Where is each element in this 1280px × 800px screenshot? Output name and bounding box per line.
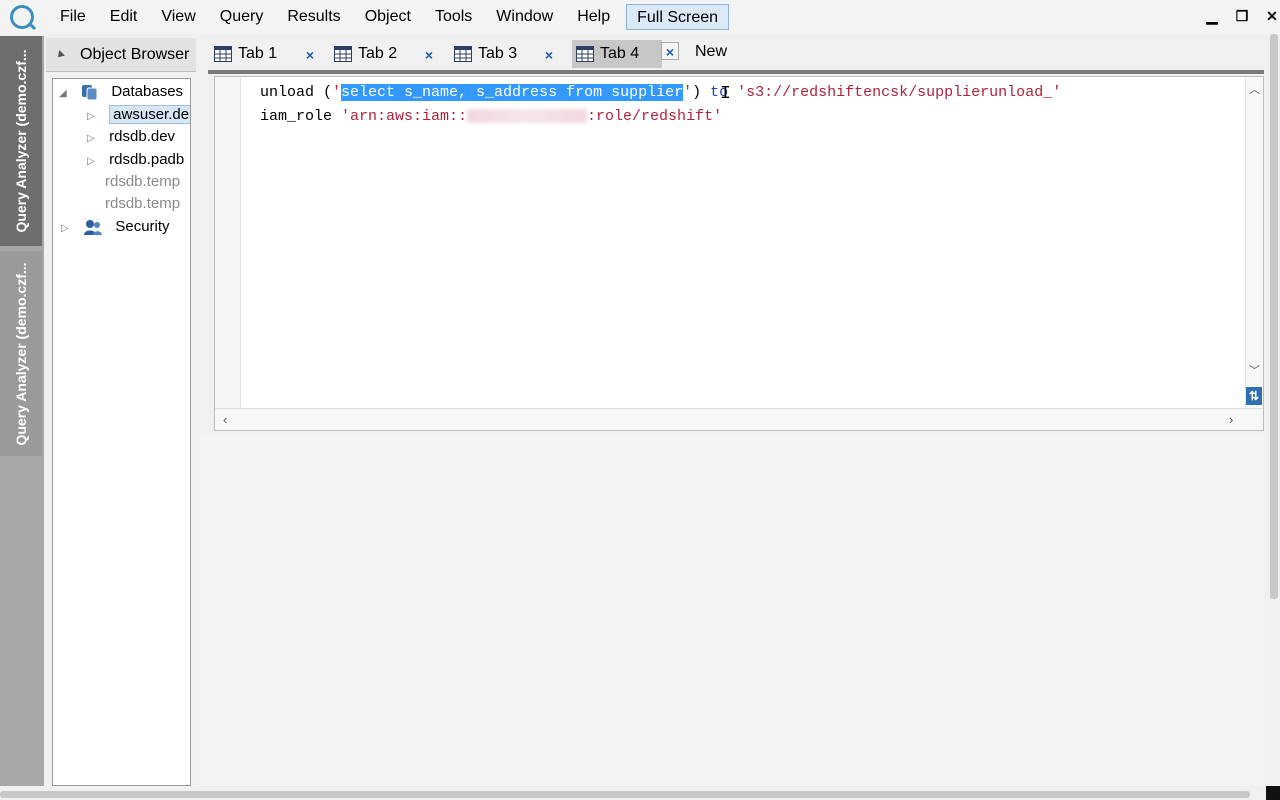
string-arn-suffix: :role/redshift' [587, 108, 723, 125]
expanded-triangle-icon[interactable]: ◢ [59, 83, 69, 105]
tab-label: Tab 2 [358, 45, 398, 62]
tab-4[interactable]: Tab 4 [572, 40, 662, 68]
collapsed-triangle-icon[interactable]: ▷ [87, 106, 97, 128]
split-editor-icon[interactable]: ⇅ [1246, 387, 1262, 405]
side-tab-label: Query Analyzer (demo.czf... [13, 261, 29, 446]
tree-label-security: Security [115, 218, 170, 235]
tab-label: Tab 4 [600, 45, 640, 62]
tab-2[interactable]: Tab 2 [334, 40, 397, 68]
tab-label: Tab 1 [238, 45, 278, 62]
menu-query[interactable]: Query [208, 4, 276, 30]
code-line-2: iam_role 'arn:aws:iam:::role/redshift' [260, 108, 722, 125]
table-grid-icon [576, 46, 594, 62]
scrollbar-thumb[interactable] [0, 791, 1250, 798]
side-tab-query-analyzer-2[interactable]: Query Analyzer (demo.czf... [0, 251, 42, 456]
tree-node-rdsdb-dev[interactable]: ▷ rdsdb.dev [87, 126, 175, 148]
window-controls: ▁ ❐ ✕ [1204, 8, 1280, 25]
tree-label: rdsdb.temp [105, 173, 181, 190]
results-pane [200, 433, 1264, 786]
menu-view[interactable]: View [149, 4, 207, 30]
menu-tools[interactable]: Tools [423, 4, 484, 30]
menu-file[interactable]: File [48, 4, 98, 30]
string-arn-prefix: 'arn:aws:iam:: [341, 108, 468, 125]
scroll-down-icon[interactable]: ﹀ [1249, 362, 1260, 378]
string-s3-path: 's3://redshiftencsk/supplierunload_' [737, 84, 1062, 101]
menu-edit[interactable]: Edit [98, 4, 150, 30]
tree-node-rdsdb-temp-1[interactable]: rdsdb.temp [105, 171, 180, 193]
side-tab-query-analyzer-1[interactable]: Query Analyzer (demo.czf... [0, 36, 42, 246]
collapsed-triangle-icon[interactable]: ▷ [61, 218, 71, 240]
menu-bar: File Edit View Query Results Object Tool… [0, 0, 1280, 34]
string-quote: ' [332, 84, 342, 101]
close-window-icon[interactable]: ✕ [1264, 8, 1280, 25]
tree-node-rdsdb-padb[interactable]: ▷ rdsdb.padb [87, 149, 184, 171]
sql-editor[interactable]: unload ('select s_name, s_address from s… [214, 76, 1264, 431]
tree-node-rdsdb-temp-2[interactable]: rdsdb.temp [105, 193, 180, 215]
scroll-right-icon[interactable]: › [1229, 412, 1233, 427]
restore-icon[interactable]: ❐ [1234, 8, 1250, 25]
editor-gutter [215, 77, 241, 409]
collapse-triangle-icon[interactable] [55, 49, 65, 60]
tab-1-close-icon[interactable]: × [301, 46, 319, 64]
tab-1[interactable]: Tab 1 [214, 40, 277, 68]
selected-text: select s_name, s_address from supplier [341, 84, 684, 101]
database-icon [82, 85, 98, 101]
tab-3[interactable]: Tab 3 [454, 40, 517, 68]
keyword-iam-role: iam_role [260, 108, 342, 125]
object-browser-title: Object Browser [80, 45, 190, 63]
menu-object[interactable]: Object [353, 4, 423, 30]
table-grid-icon [214, 46, 232, 62]
tree-label: rdsdb.padb [109, 151, 185, 168]
tree-node-databases[interactable]: ◢ Databases [59, 81, 183, 103]
tab-bar: Tab 1 × Tab 2 × Tab 3 × Tab 4 [198, 38, 1268, 70]
tree-node-security[interactable]: ▷ Security [61, 216, 170, 238]
scrollbar-thumb[interactable] [1270, 34, 1278, 599]
table-grid-icon [454, 46, 472, 62]
tab-2-close-icon[interactable]: × [420, 46, 438, 64]
tab-label: Tab 3 [478, 45, 518, 62]
table-grid-icon [334, 46, 352, 62]
tab-3-close-icon[interactable]: × [540, 46, 558, 64]
tree-node-awsuser[interactable]: ▷ awsuser.de [87, 104, 190, 128]
side-tab-label: Query Analyzer (demo.czf... [13, 49, 29, 233]
app-logo-icon [10, 5, 34, 29]
side-tab-strip: Query Analyzer (demo.czf... Query Analyz… [0, 36, 44, 786]
menu-help[interactable]: Help [565, 4, 622, 30]
collapsed-triangle-icon[interactable]: ▷ [87, 151, 97, 173]
editor-horizontal-scrollbar[interactable]: ‹ › [215, 408, 1263, 430]
tree-label: rdsdb.dev [109, 128, 176, 145]
code-paren: ) [692, 84, 702, 101]
collapsed-triangle-icon[interactable]: ▷ [87, 128, 97, 150]
full-screen-button[interactable]: Full Screen [626, 4, 730, 30]
minimize-icon[interactable]: ▁ [1204, 8, 1220, 25]
scroll-left-icon[interactable]: ‹ [223, 412, 227, 427]
editor-top-border [208, 70, 1264, 74]
tree-label: awsuser.de [109, 105, 190, 124]
scroll-up-icon[interactable]: ︿ [1249, 81, 1260, 97]
users-icon [84, 220, 103, 236]
sql-code[interactable]: unload ('select s_name, s_address from s… [260, 81, 1061, 129]
code-line-1: unload ('select s_name, s_address from s… [260, 84, 1061, 101]
editor-vertical-scrollbar[interactable]: ︿ ﹀ ⇅ [1245, 77, 1263, 409]
string-quote: ' [683, 84, 693, 101]
menu-window[interactable]: Window [484, 4, 565, 30]
object-browser-tree: ◢ Databases ▷ awsuser.de ▷ rdsdb.dev ▷ r… [52, 78, 191, 786]
object-browser-header[interactable]: Object Browser [46, 38, 196, 72]
keyword-unload: unload ( [260, 84, 333, 101]
tree-label: rdsdb.temp [105, 195, 181, 212]
window-horizontal-scrollbar[interactable] [0, 788, 1280, 800]
tree-label-databases: Databases [111, 83, 184, 100]
window-vertical-scrollbar[interactable] [1268, 34, 1280, 786]
window-corner [1266, 786, 1280, 800]
new-tab-button[interactable]: New [695, 43, 727, 61]
tab-4-close-icon[interactable]: × [661, 42, 679, 60]
text-cursor-icon: I [720, 84, 731, 104]
menu-results[interactable]: Results [275, 4, 352, 30]
redacted-account-id [467, 109, 588, 124]
